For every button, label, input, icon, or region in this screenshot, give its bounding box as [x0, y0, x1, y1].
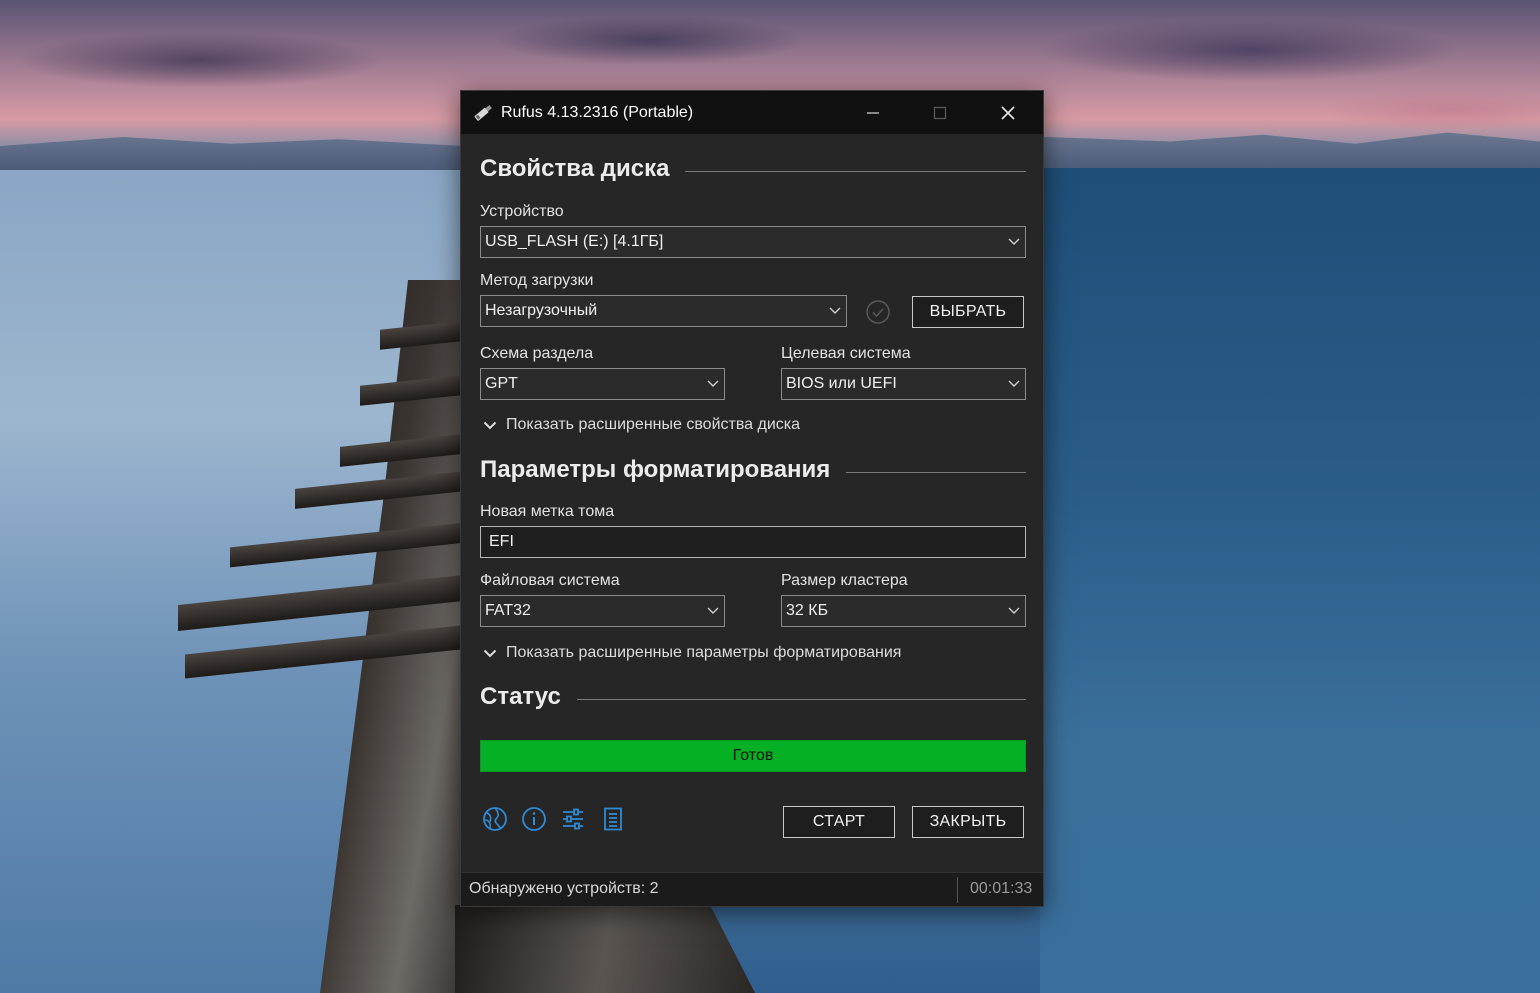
title-bar[interactable]: Rufus 4.13.2316 (Portable) [461, 91, 1043, 134]
boot-method-select[interactable]: Незагрузочный [480, 295, 847, 327]
show-advanced-format-label: Показать расширенные параметры форматиро… [506, 644, 902, 661]
minimize-button[interactable] [850, 91, 896, 134]
boot-method-label: Метод загрузки [480, 272, 594, 289]
drive-properties-heading: Свойства диска [480, 155, 670, 182]
devices-found-text: Обнаружено устройств: 2 [469, 880, 659, 897]
rufus-window: Rufus 4.13.2316 (Portable) Свойства диск… [460, 90, 1044, 907]
status-heading: Статус [480, 683, 561, 710]
section-divider [846, 471, 1026, 473]
format-options-heading: Параметры форматирования [480, 456, 831, 483]
device-label: Устройство [480, 203, 564, 220]
select-image-button[interactable]: ВЫБРАТЬ [912, 296, 1024, 328]
cluster-size-select[interactable]: 32 КБ [781, 595, 1026, 627]
chevron-down-icon [480, 421, 500, 430]
volume-label-input[interactable]: EFI [480, 526, 1026, 558]
status-bar: Обнаружено устройств: 2 00:01:33 [461, 872, 1043, 906]
cluster-size-value: 32 КБ [786, 602, 829, 619]
device-value: USB_FLASH (E:) [4.1ГБ] [485, 233, 664, 250]
minimize-icon [867, 111, 879, 114]
chevron-down-icon [702, 380, 724, 388]
close-button[interactable]: ЗАКРЫТЬ [912, 806, 1024, 838]
format-options-header: Параметры форматирования [480, 456, 1026, 484]
chevron-down-icon [702, 607, 724, 615]
close-window-button[interactable] [985, 91, 1031, 134]
file-system-select[interactable]: FAT32 [480, 595, 725, 627]
check-hash-icon [865, 299, 891, 325]
partition-scheme-label: Схема раздела [480, 345, 594, 362]
boot-method-value: Незагрузочный [485, 302, 598, 319]
info-icon[interactable] [520, 805, 548, 833]
settings-sliders-icon[interactable] [559, 805, 587, 833]
status-header: Статус [480, 683, 1026, 711]
chevron-down-icon [1003, 380, 1025, 388]
section-divider [576, 698, 1026, 700]
status-progress-bar: Готов [480, 740, 1026, 772]
chevron-down-icon [824, 307, 846, 315]
device-select[interactable]: USB_FLASH (E:) [4.1ГБ] [480, 226, 1026, 258]
chevron-down-icon [1003, 238, 1025, 246]
target-system-select[interactable]: BIOS или UEFI [781, 368, 1026, 400]
target-system-label: Целевая система [781, 345, 911, 362]
start-button[interactable]: СТАРТ [783, 806, 895, 838]
wallpaper-pier-end [455, 905, 755, 993]
file-system-label: Файловая система [480, 572, 620, 589]
show-advanced-drive-label: Показать расширенные свойства диска [506, 416, 801, 433]
status-bar-separator [957, 877, 958, 903]
cluster-size-label: Размер кластера [781, 572, 908, 589]
section-divider [685, 170, 1026, 172]
log-icon[interactable] [599, 805, 627, 833]
show-advanced-format-toggle[interactable]: Показать расширенные параметры форматиро… [480, 644, 901, 662]
wallpaper-sea-right [1040, 168, 1540, 993]
target-system-value: BIOS или UEFI [786, 375, 897, 392]
maximize-icon [933, 106, 947, 119]
file-system-value: FAT32 [485, 602, 531, 619]
drive-properties-header: Свойства диска [480, 155, 1026, 183]
partition-scheme-select[interactable]: GPT [480, 368, 725, 400]
globe-icon[interactable] [481, 805, 509, 833]
elapsed-timer: 00:01:33 [970, 880, 1033, 897]
chevron-down-icon [480, 649, 500, 658]
volume-label-label: Новая метка тома [480, 503, 615, 520]
show-advanced-drive-toggle[interactable]: Показать расширенные свойства диска [480, 416, 800, 434]
usb-drive-icon [472, 102, 494, 124]
window-title: Rufus 4.13.2316 (Portable) [501, 103, 694, 121]
partition-scheme-value: GPT [485, 375, 518, 392]
progress-text: Готов [732, 747, 774, 764]
chevron-down-icon [1003, 607, 1025, 615]
close-icon [1001, 105, 1015, 120]
maximize-button [917, 91, 963, 134]
